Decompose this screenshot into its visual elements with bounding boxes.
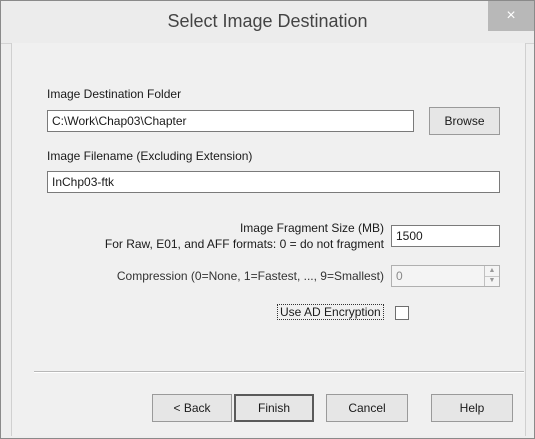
image-filename-label: Image Filename (Excluding Extension)	[47, 149, 253, 163]
select-image-destination-dialog: Select Image Destination × Image Destina…	[0, 0, 535, 439]
dialog-title: Select Image Destination	[167, 11, 368, 31]
encryption-label: Use AD Encryption	[280, 305, 381, 319]
compression-value: 0	[396, 269, 403, 283]
back-button[interactable]: < Back	[152, 394, 232, 422]
use-ad-encryption-checkbox[interactable]	[395, 306, 409, 320]
encryption-label-focus: Use AD Encryption	[277, 304, 384, 320]
help-button[interactable]: Help	[431, 394, 513, 422]
compression-stepper[interactable]: 0 ▲ ▼	[391, 265, 500, 287]
finish-button[interactable]: Finish	[234, 394, 314, 422]
image-filename-input[interactable]: InChp03-ftk	[47, 171, 500, 193]
browse-button[interactable]: Browse	[429, 107, 500, 135]
spin-down-icon[interactable]: ▼	[485, 276, 499, 286]
fragment-size-label: Image Fragment Size (MB)	[239, 221, 384, 235]
destination-folder-label: Image Destination Folder	[47, 87, 182, 101]
dialog-body: Image Destination Folder C:\Work\Chap03\…	[11, 43, 526, 436]
compression-spinner: ▲ ▼	[484, 266, 499, 286]
title-bar: Select Image Destination ×	[1, 1, 534, 44]
separator	[34, 371, 524, 373]
close-icon[interactable]: ×	[488, 1, 534, 31]
compression-label: Compression (0=None, 1=Fastest, ..., 9=S…	[116, 269, 384, 283]
fragment-size-input[interactable]: 1500	[391, 225, 500, 247]
cancel-button[interactable]: Cancel	[326, 394, 408, 422]
destination-folder-input[interactable]: C:\Work\Chap03\Chapter	[47, 110, 414, 132]
fragment-size-hint: For Raw, E01, and AFF formats: 0 = do no…	[104, 237, 384, 251]
